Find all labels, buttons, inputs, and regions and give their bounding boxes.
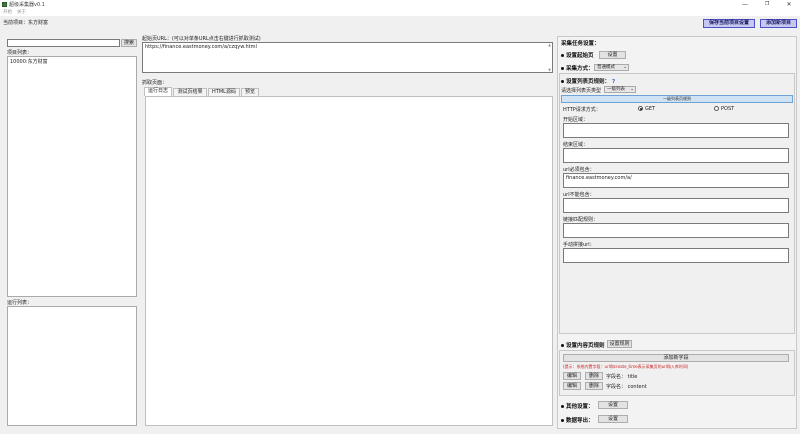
link-regex-input[interactable] (563, 223, 789, 238)
tab-preview[interactable]: 预览 (241, 88, 259, 96)
minimize-button[interactable]: — (734, 0, 756, 9)
must-exclude-label: url不能包含： (563, 192, 595, 198)
start-page-label: 设置起始页 (566, 53, 594, 59)
add-project-button[interactable]: 添加新项目 (760, 19, 797, 28)
link-regex-label: 链接匹配规则： (563, 217, 599, 223)
field-edit-button[interactable]: 编辑 (563, 372, 581, 380)
field-name-title: 字段名： title (606, 374, 638, 380)
title-bar: 超级采集器v0.1 — ❐ ✕ (0, 0, 800, 9)
close-button[interactable]: ✕ (778, 0, 800, 9)
method-post-label: POST (721, 106, 735, 112)
manual-url-input[interactable] (563, 248, 789, 263)
add-field-button[interactable]: 添加新字段 (563, 354, 789, 362)
other-settings-section: 其他设置： (561, 402, 594, 410)
end-area-input[interactable] (563, 148, 789, 163)
bullet-icon (561, 67, 564, 70)
bullet-icon (561, 419, 564, 422)
project-list: 10000:东方财富 (7, 56, 137, 297)
window-title: 超级采集器v0.1 (9, 2, 45, 8)
chevron-down-icon: ⌄ (630, 87, 634, 92)
other-settings-label: 其他设置： (566, 404, 594, 410)
must-include-input[interactable]: finance.eastmoney.com/a/ (563, 173, 789, 188)
field-edit-button[interactable]: 编辑 (563, 382, 581, 390)
menu-item-about[interactable]: 关于 (17, 9, 26, 15)
method-get-label: GET (645, 106, 656, 112)
field-delete-button[interactable]: 删除 (585, 382, 603, 390)
start-url-label: 起始页URL：(可以对单条URL点击右键进行抓取测试) (142, 36, 261, 42)
bullet-icon (561, 80, 564, 83)
start-url-textarea[interactable]: https://finance.eastmoney.com/a/czqyw.ht… (142, 42, 553, 73)
list-rule-section: 设置列表页规则： ? (561, 77, 615, 85)
tab-content-area (145, 96, 553, 426)
start-area-input[interactable] (563, 123, 789, 138)
bullet-icon (561, 54, 564, 57)
collect-mode-value: 普通模式 (597, 65, 615, 70)
must-include-label: url必须包含： (563, 167, 595, 173)
run-list-label: 运行列表： (7, 300, 33, 306)
must-include-value: finance.eastmoney.com/a/ (566, 175, 632, 181)
manual-url-label: 手动拼接url： (563, 242, 595, 248)
http-method-label: HTTP请求方式： (563, 107, 601, 113)
collect-mode-select[interactable]: 普通模式 ⌄ (594, 64, 629, 71)
list-type-select[interactable]: 一级列表 ⌄ (604, 86, 636, 93)
app-icon (2, 2, 7, 7)
search-input[interactable] (7, 39, 120, 47)
bullet-icon (561, 344, 564, 347)
fetch-page-label: 抓取页面： (142, 80, 168, 86)
tab-html-source[interactable]: HTML源码 (208, 88, 240, 96)
other-settings-button[interactable]: 设置 (598, 401, 628, 409)
data-export-button[interactable]: 设置 (598, 415, 628, 423)
save-project-button[interactable]: 保存当前项目设置 (703, 19, 755, 28)
content-rule-settings-button[interactable]: 设置规则 (607, 340, 632, 348)
list-type-value: 一级列表 (607, 87, 625, 92)
collect-mode-label: 采集方式： (566, 66, 594, 72)
tab-test-result[interactable]: 测试页结果 (173, 88, 207, 96)
data-export-label: 数据导出： (566, 418, 594, 424)
current-project-label: 当前项目：东方财富 (3, 20, 49, 26)
method-post-radio[interactable] (714, 106, 719, 111)
scroll-down-icon[interactable]: ▼ (548, 68, 551, 72)
must-exclude-input[interactable] (563, 198, 789, 213)
field-delete-button[interactable]: 删除 (585, 372, 603, 380)
data-export-section: 数据导出： (561, 416, 594, 424)
task-settings-title: 采集任务设置： (561, 41, 600, 47)
menu-item-start[interactable]: 开始 (3, 9, 12, 15)
content-rule-section: 设置内容页规则 (561, 341, 605, 349)
menu-bar: 开始 关于 (0, 9, 800, 16)
project-list-label: 项目列表： (7, 50, 33, 56)
start-page-settings-button[interactable]: 设置 (599, 51, 626, 59)
list-rule-label: 设置列表页规则： (566, 79, 611, 85)
start-page-section: 设置起始页 (561, 51, 594, 59)
search-button[interactable]: 搜索 (121, 39, 137, 47)
project-list-item[interactable]: 10000:东方财富 (10, 58, 48, 65)
collect-mode-section: 采集方式： (561, 64, 594, 72)
tab-run-log[interactable]: 运行日志 (144, 87, 172, 96)
list-type-label: 请选择列表页类型 (561, 88, 602, 94)
chevron-down-icon: ⌄ (623, 65, 627, 70)
run-list (7, 306, 137, 426)
method-get-radio[interactable] (638, 106, 643, 111)
maximize-button[interactable]: ❐ (756, 0, 778, 9)
bullet-icon (561, 405, 564, 408)
field-name-content: 字段名： content (606, 384, 647, 390)
system-fields-hint: (提示：系统内置字段：url和create_time表示采集页的url和入库时间… (563, 364, 689, 369)
end-area-label: 结束区域： (563, 142, 589, 148)
help-icon[interactable]: ? (612, 79, 615, 85)
content-rule-label: 设置内容页规则 (566, 343, 605, 349)
scroll-up-icon[interactable]: ▲ (548, 43, 551, 47)
list-rule-header[interactable]: 一级列表页规则 (561, 95, 793, 103)
start-area-label: 开始区域： (563, 117, 589, 123)
start-url-value: https://finance.eastmoney.com/a/czqyw.ht… (145, 44, 257, 50)
